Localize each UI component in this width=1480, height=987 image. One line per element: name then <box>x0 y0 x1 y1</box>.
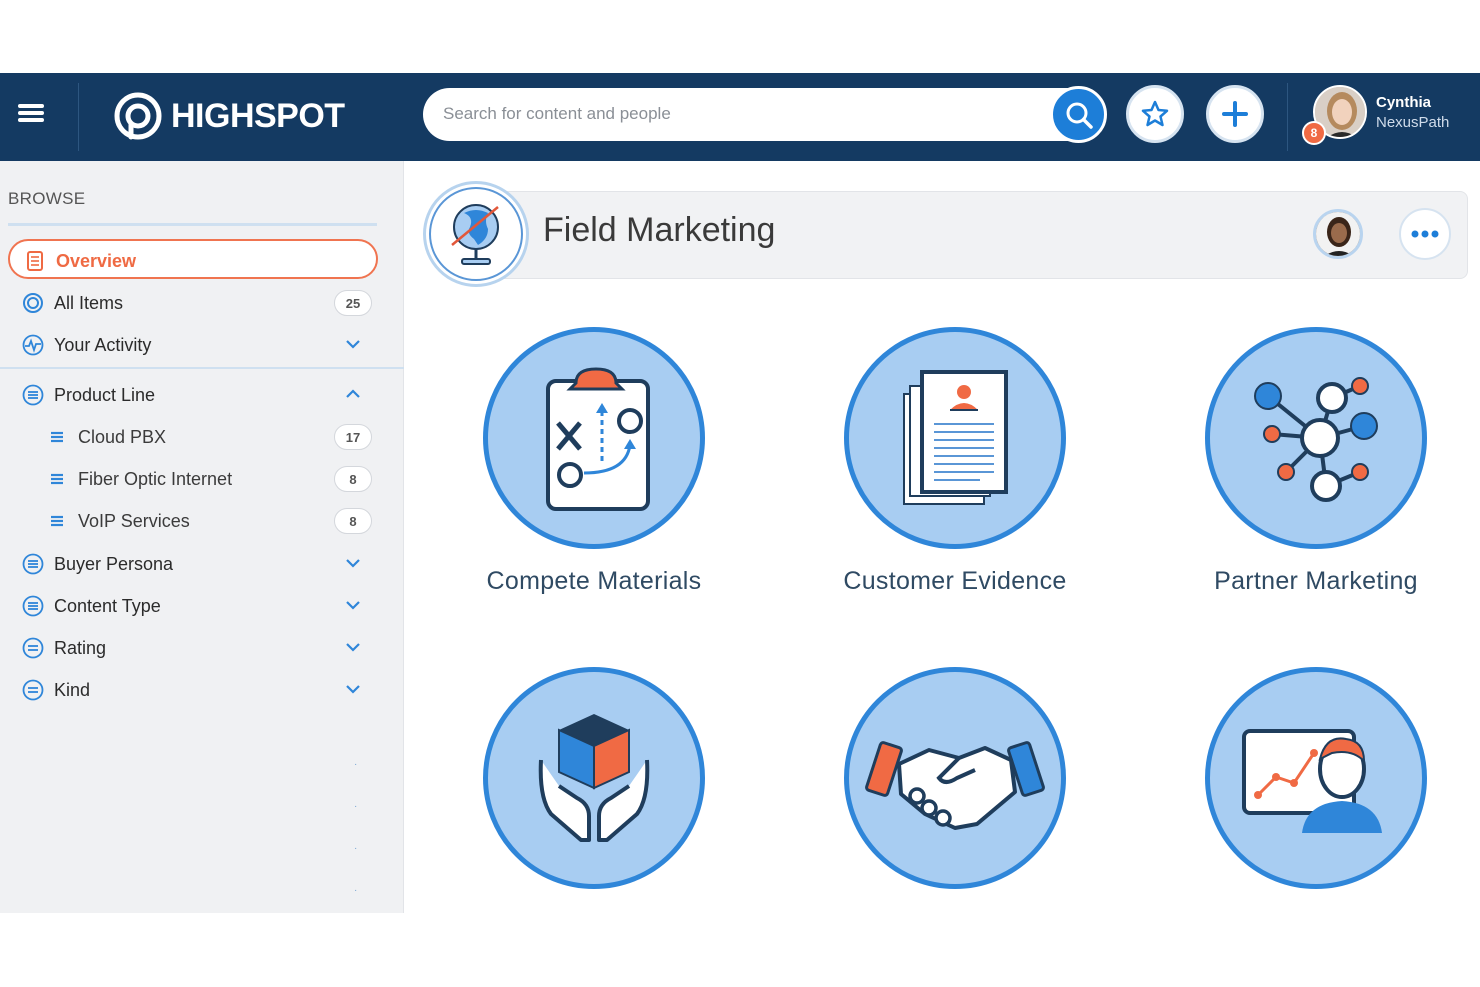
chevron-down-icon[interactable] <box>344 680 362 698</box>
all-items-icon <box>23 293 43 313</box>
sidebar-item-label: Fiber Optic Internet <box>78 469 233 489</box>
main-content: Field Marketing Compete Materials Custom… <box>405 161 1480 913</box>
favorites-button[interactable] <box>1126 85 1184 143</box>
clipboard-strategy-icon <box>546 367 650 511</box>
list-icon <box>51 431 63 443</box>
count-badge: 25 <box>334 290 372 316</box>
search-bar <box>423 86 1107 143</box>
sidebar-item-label: Rating <box>54 638 107 658</box>
list-icon <box>22 384 44 406</box>
sidebar-item-label: Buyer Persona <box>54 554 174 574</box>
person-photo-icon <box>1316 212 1360 256</box>
more-options-button[interactable] <box>1399 208 1451 260</box>
search-button[interactable] <box>1050 86 1107 143</box>
sidebar-item-label: Product Line <box>54 385 156 405</box>
sidebar-item-product-line[interactable]: Product Line <box>8 375 378 415</box>
user-name[interactable]: Cynthia NexusPath <box>1376 93 1449 133</box>
tile-circle <box>844 327 1066 549</box>
tile-circle <box>483 327 705 549</box>
list-icon <box>51 515 63 527</box>
network-icon <box>1254 377 1378 502</box>
divider <box>78 83 79 151</box>
menu-icon[interactable] <box>18 101 48 131</box>
chevron-down-icon[interactable] <box>344 335 362 353</box>
scroll-dot: · <box>354 801 358 812</box>
list-icon <box>22 553 44 575</box>
sidebar-item-overview[interactable]: Overview <box>8 239 378 279</box>
scroll-dot: · <box>354 759 358 770</box>
browse-heading: BROWSE <box>8 189 86 208</box>
spot-badge <box>423 181 529 287</box>
sidebar-item-content-type[interactable]: Content Type <box>8 586 378 626</box>
top-bar: HIGHSPOT Search for content and people 8… <box>0 73 1480 161</box>
chevron-down-icon[interactable] <box>344 596 362 614</box>
tile-circle <box>1205 667 1427 889</box>
sidebar-item-your-activity[interactable]: Your Activity <box>8 325 378 365</box>
plus-icon <box>1222 101 1248 127</box>
sidebar-item-all-items[interactable]: All Items 25 <box>8 283 378 323</box>
star-icon <box>1141 100 1169 127</box>
documents-icon <box>903 370 1008 505</box>
sidebar-item-kind[interactable]: Kind <box>8 670 378 710</box>
sidebar-item-label: All Items <box>54 293 124 313</box>
sidebar: BROWSE Overview All Items 25 Your Activi… <box>0 161 404 913</box>
list-icon <box>22 595 44 617</box>
count-badge: 17 <box>334 424 372 450</box>
tile-circle <box>844 667 1066 889</box>
tile-label: Compete Materials <box>486 567 702 595</box>
handshake-icon <box>865 741 1045 830</box>
hands-cube-icon <box>538 714 650 842</box>
chevron-up-icon[interactable] <box>344 385 362 403</box>
tile-circle <box>483 667 705 889</box>
sidebar-item-voip-services[interactable]: VoIP Services 8 <box>8 501 378 541</box>
page-title: Field Marketing <box>543 211 776 249</box>
logo[interactable]: HIGHSPOT <box>113 90 345 142</box>
owner-avatar[interactable] <box>1313 209 1363 259</box>
globe-icon <box>451 204 499 265</box>
sidebar-item-cloud-pbx[interactable]: Cloud PBX 17 <box>8 417 378 457</box>
divider <box>8 223 377 226</box>
sidebar-item-label: Overview <box>56 251 137 271</box>
add-button[interactable] <box>1206 85 1264 143</box>
logo-text: HIGHSPOT <box>171 96 345 135</box>
sidebar-item-label: VoIP Services <box>78 511 190 531</box>
count-badge: 8 <box>334 466 372 492</box>
list-icon <box>22 637 44 659</box>
activity-icon <box>22 334 44 356</box>
notification-badge[interactable]: 8 <box>1302 121 1326 145</box>
sidebar-item-label: Content Type <box>54 596 161 616</box>
more-dots-icon <box>1411 230 1439 238</box>
user-first-name: Cynthia <box>1376 94 1432 111</box>
app-window: HIGHSPOT Search for content and people 8… <box>0 73 1480 913</box>
sidebar-item-label: Your Activity <box>54 335 152 355</box>
divider <box>0 367 404 369</box>
overview-icon <box>27 251 43 271</box>
sidebar-item-buyer-persona[interactable]: Buyer Persona <box>8 544 378 584</box>
sidebar-item-label: Kind <box>54 680 91 700</box>
tile-circle <box>1205 327 1427 549</box>
chevron-down-icon[interactable] <box>344 638 362 656</box>
tile-label: Customer Evidence <box>843 567 1067 595</box>
divider <box>1287 83 1288 151</box>
list-icon <box>51 473 63 485</box>
tile-label: Partner Marketing <box>1214 567 1418 595</box>
chevron-down-icon[interactable] <box>344 554 362 572</box>
scroll-dot: · <box>354 885 358 896</box>
sidebar-item-rating[interactable]: Rating <box>8 628 378 668</box>
presenter-chart-icon <box>1242 729 1382 833</box>
list-icon <box>22 679 44 701</box>
scroll-dot: · <box>354 843 358 854</box>
user-last-name: NexusPath <box>1376 114 1450 131</box>
count-badge: 8 <box>334 508 372 534</box>
search-input[interactable] <box>443 100 1043 128</box>
search-icon <box>1066 102 1093 129</box>
sidebar-item-label: Cloud PBX <box>78 427 167 447</box>
sidebar-item-fiber-optic-internet[interactable]: Fiber Optic Internet 8 <box>8 459 378 499</box>
highspot-logo-icon <box>114 92 162 140</box>
